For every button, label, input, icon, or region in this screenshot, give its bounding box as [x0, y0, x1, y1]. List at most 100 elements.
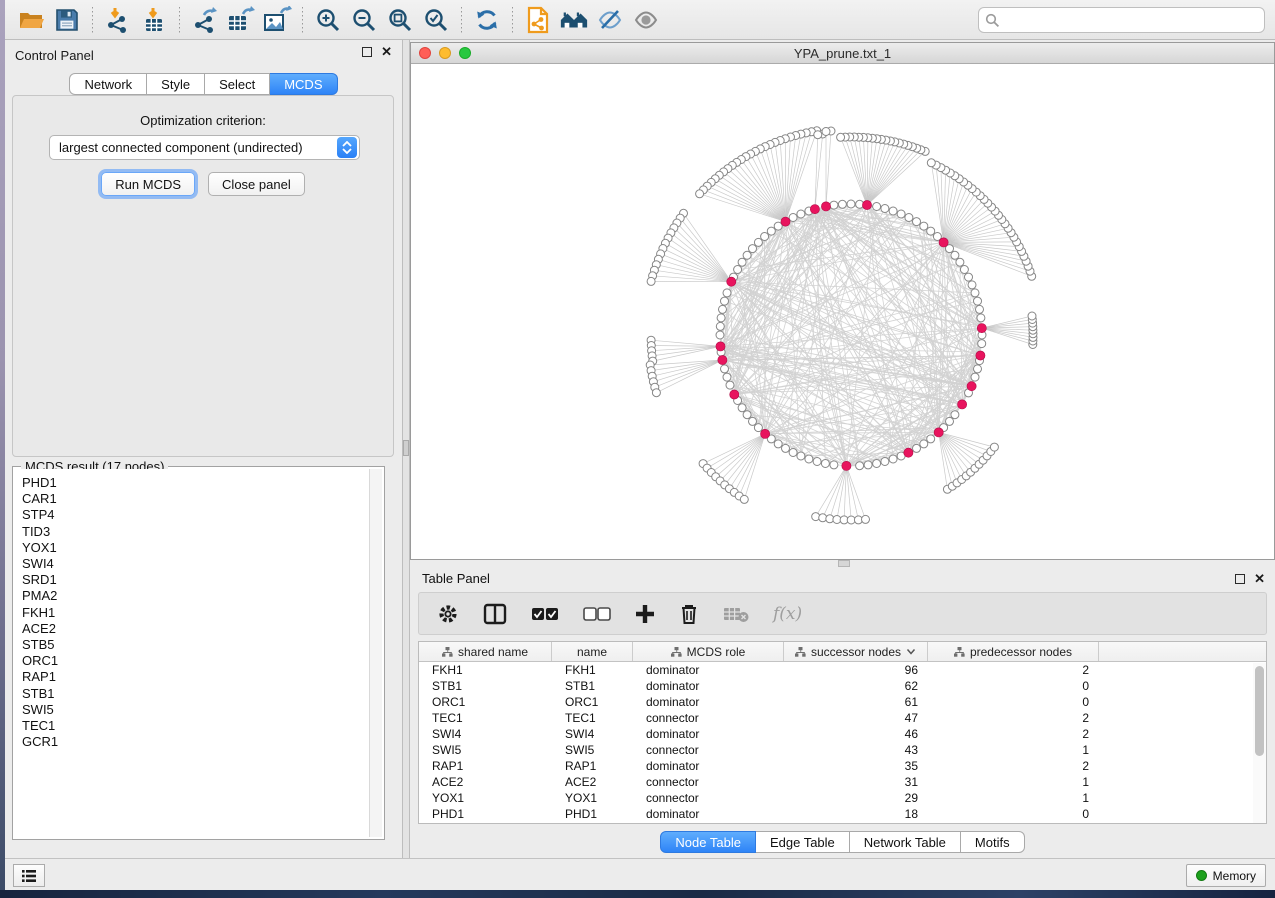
select-all-icon[interactable] [531, 606, 559, 622]
column-header-MCDS-role[interactable]: MCDS role [633, 642, 784, 661]
optimization-criterion-select[interactable]: largest connected component (undirected) [49, 135, 360, 160]
table-tab-node-table[interactable]: Node Table [660, 831, 756, 853]
table-row[interactable]: FKH1FKH1dominator962 [419, 662, 1266, 678]
show-panels-button[interactable] [13, 864, 45, 887]
export-network-icon[interactable] [190, 5, 220, 35]
control-panel: Control Panel ✕ NetworkStyleSelectMCDS O… [5, 40, 402, 858]
cell-shared-name: ACE2 [419, 775, 552, 789]
import-network-icon[interactable] [103, 5, 133, 35]
mcds-result-item[interactable]: PHD1 [15, 475, 369, 491]
show-graphics-details-icon[interactable] [631, 5, 661, 35]
mcds-result-item[interactable]: STP4 [15, 507, 369, 523]
mcds-result-item[interactable]: STB5 [15, 637, 369, 653]
table-row[interactable]: RAP1RAP1dominator352 [419, 758, 1266, 774]
cell-name: TEC1 [552, 711, 633, 725]
cell-name: FKH1 [552, 663, 633, 677]
table-row[interactable]: ORC1ORC1dominator610 [419, 694, 1266, 710]
open-file-icon[interactable] [16, 5, 46, 35]
mcds-result-item[interactable]: CAR1 [15, 491, 369, 507]
hide-graphics-details-icon[interactable] [595, 5, 625, 35]
column-header-name[interactable]: name [552, 642, 633, 661]
mcds-result-item[interactable]: YOX1 [15, 540, 369, 556]
column-header-shared-name[interactable]: shared name [419, 642, 552, 661]
network-from-file-icon[interactable] [523, 5, 553, 35]
delete-table-icon[interactable] [723, 605, 749, 623]
table-row[interactable]: TEC1TEC1connector472 [419, 710, 1266, 726]
settings-icon[interactable] [437, 603, 459, 625]
memory-button[interactable]: Memory [1186, 864, 1266, 887]
control-panel-title: Control Panel [15, 48, 94, 63]
tab-select[interactable]: Select [205, 73, 270, 95]
cell-successor-nodes: 47 [784, 711, 928, 725]
function-builder-icon[interactable]: f(x) [773, 604, 802, 624]
float-table-panel-icon[interactable] [1235, 574, 1245, 584]
cell-predecessor-nodes: 2 [928, 663, 1099, 677]
zoom-out-icon[interactable] [349, 5, 379, 35]
table-scrollbar-thumb[interactable] [1255, 666, 1264, 756]
mcds-result-item[interactable]: PMA2 [15, 588, 369, 604]
mcds-result-item[interactable]: SRD1 [15, 572, 369, 588]
toolbar-separator [92, 7, 93, 33]
zoom-fit-icon[interactable] [385, 5, 415, 35]
table-row[interactable]: YOX1YOX1connector291 [419, 790, 1266, 806]
table-tab-edge-table[interactable]: Edge Table [756, 831, 850, 853]
import-table-icon[interactable] [139, 5, 169, 35]
cell-name: ACE2 [552, 775, 633, 789]
cell-name: ORC1 [552, 695, 633, 709]
cell-predecessor-nodes: 2 [928, 727, 1099, 741]
table-row[interactable]: PHD1PHD1dominator180 [419, 806, 1266, 822]
mcds-result-list[interactable]: PHD1CAR1STP4TID3YOX1SWI4SRD1PMA2FKH1ACE2… [15, 469, 369, 837]
close-table-panel-icon[interactable]: ✕ [1254, 574, 1265, 584]
horizontal-splitter-handle[interactable] [838, 560, 850, 567]
table-row[interactable]: SWI4SWI4dominator462 [419, 726, 1266, 742]
search-box[interactable] [978, 7, 1265, 33]
cell-successor-nodes: 18 [784, 807, 928, 821]
mcds-result-item[interactable]: TEC1 [15, 718, 369, 734]
tab-network[interactable]: Network [69, 73, 147, 95]
table-row[interactable]: STB1STB1dominator620 [419, 678, 1266, 694]
close-panel-button[interactable]: Close panel [208, 172, 305, 196]
cell-name: SWI4 [552, 727, 633, 741]
cell-predecessor-nodes: 0 [928, 695, 1099, 709]
zoom-in-icon[interactable] [313, 5, 343, 35]
column-header-predecessor-nodes[interactable]: predecessor nodes [928, 642, 1099, 661]
table-tab-motifs[interactable]: Motifs [961, 831, 1025, 853]
mcds-result-item[interactable]: ACE2 [15, 621, 369, 637]
mcds-result-item[interactable]: FKH1 [15, 605, 369, 621]
float-panel-icon[interactable] [362, 47, 372, 57]
tab-mcds[interactable]: MCDS [270, 73, 337, 95]
refresh-network-icon[interactable] [472, 5, 502, 35]
table-row[interactable]: SWI5SWI5connector431 [419, 742, 1266, 758]
delete-column-icon[interactable] [679, 603, 699, 625]
network-graph[interactable] [411, 64, 1274, 559]
vertical-splitter-handle[interactable] [403, 440, 409, 456]
column-label: successor nodes [811, 645, 901, 659]
unselect-all-icon[interactable] [583, 606, 611, 622]
mcds-result-item[interactable]: GCR1 [15, 734, 369, 750]
table-row[interactable]: ACE2ACE2connector311 [419, 774, 1266, 790]
mcds-result-item[interactable]: SWI5 [15, 702, 369, 718]
export-image-icon[interactable] [262, 5, 292, 35]
mcds-result-item[interactable]: STB1 [15, 686, 369, 702]
save-session-icon[interactable] [52, 5, 82, 35]
mcds-result-item[interactable]: RAP1 [15, 669, 369, 685]
show-columns-icon[interactable] [483, 603, 507, 625]
cell-shared-name: FKH1 [419, 663, 552, 677]
tab-style[interactable]: Style [147, 73, 205, 95]
mcds-result-item[interactable]: SWI4 [15, 556, 369, 572]
run-mcds-button[interactable]: Run MCDS [101, 172, 195, 196]
mcds-result-item[interactable]: ORC1 [15, 653, 369, 669]
mcds-result-scrollbar[interactable] [369, 469, 382, 837]
column-header-successor-nodes[interactable]: successor nodes [784, 642, 928, 661]
vertical-splitter[interactable] [402, 40, 410, 858]
table-scrollbar[interactable] [1253, 663, 1266, 823]
table-panel-tabs: Node TableEdge TableNetwork TableMotifs [410, 831, 1275, 853]
home-icon[interactable] [559, 5, 589, 35]
export-table-icon[interactable] [226, 5, 256, 35]
table-tab-network-table[interactable]: Network Table [850, 831, 961, 853]
search-input[interactable] [1000, 13, 1258, 28]
zoom-selected-icon[interactable] [421, 5, 451, 35]
close-panel-icon[interactable]: ✕ [381, 47, 392, 57]
add-column-icon[interactable] [635, 604, 655, 624]
mcds-result-item[interactable]: TID3 [15, 524, 369, 540]
